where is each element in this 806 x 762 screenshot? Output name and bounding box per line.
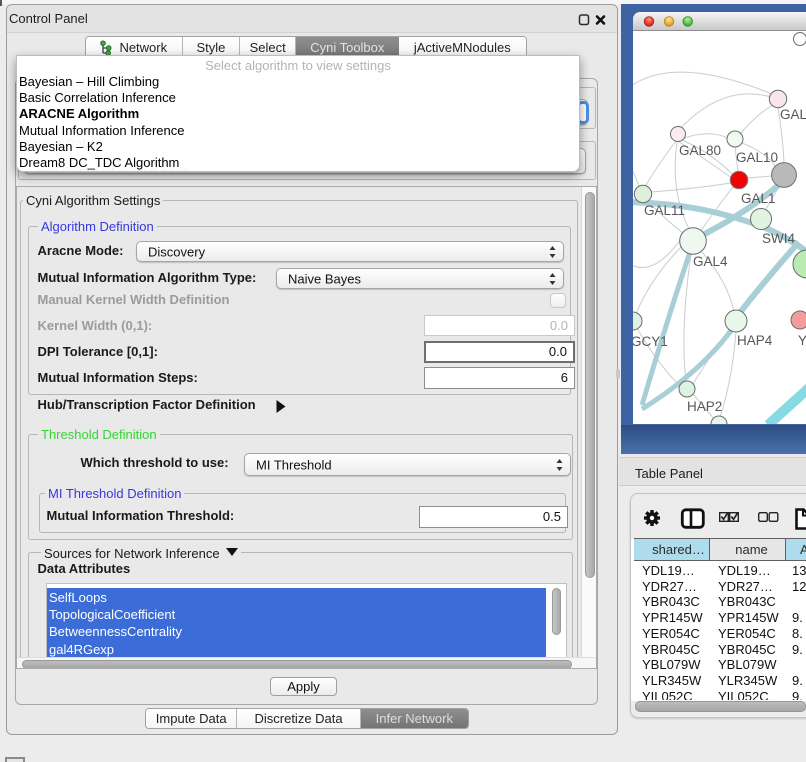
svg-text:GAL1: GAL1 [741, 191, 776, 206]
svg-text:HAP4: HAP4 [737, 333, 773, 348]
svg-text:SWI4: SWI4 [762, 231, 795, 246]
svg-text:GCY1: GCY1 [633, 334, 668, 349]
svg-text:HAP2: HAP2 [687, 399, 722, 414]
svg-text:Y: Y [798, 333, 806, 348]
svg-text:GAL2: GAL2 [780, 107, 806, 122]
svg-text:GAL4: GAL4 [693, 254, 728, 269]
svg-text:GAL80: GAL80 [679, 143, 721, 158]
svg-text:GAL10: GAL10 [736, 150, 778, 165]
svg-text:GAL11: GAL11 [644, 203, 685, 218]
